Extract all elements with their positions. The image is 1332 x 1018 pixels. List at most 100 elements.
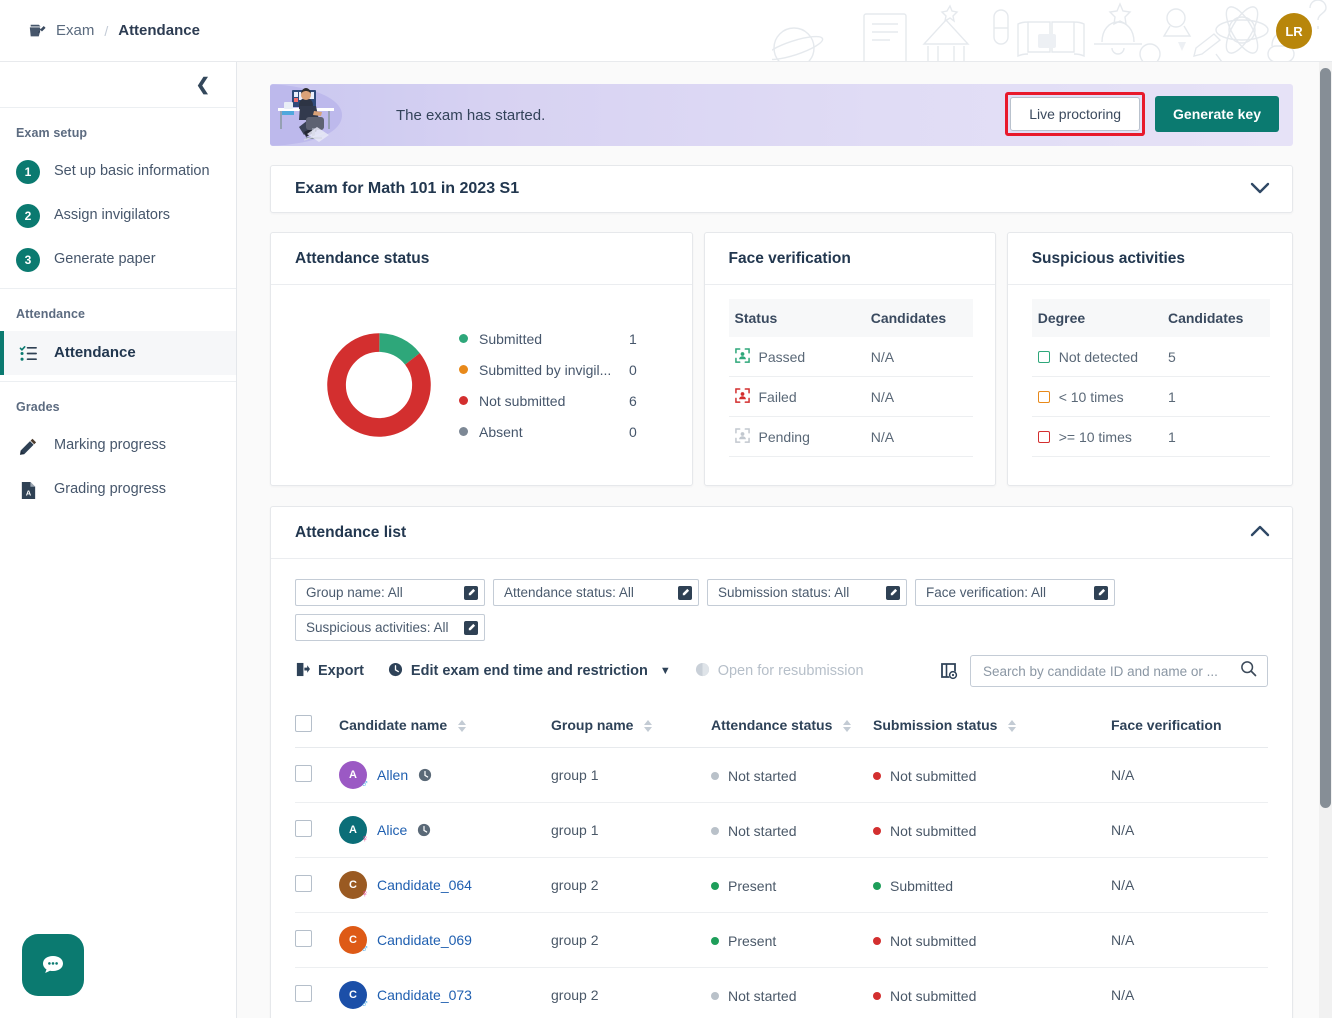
clock-icon [417,823,431,837]
export-icon [295,662,310,681]
column-settings-icon[interactable] [940,662,958,680]
suspicious-activities-title: Suspicious activities [1007,233,1292,285]
sort-icon[interactable] [1008,720,1017,733]
candidate-name-cell: C ♀ Candidate_064 [339,857,551,913]
exam-title-card[interactable]: Exam for Math 101 in 2023 S1 [270,165,1293,213]
table-row[interactable]: C ♂ Candidate_073 group 2 Not started No… [295,967,1268,1018]
edit-exam-end-time-button[interactable]: Edit exam end time and restriction ▼ [388,662,671,681]
search-input[interactable] [983,663,1240,679]
table-row[interactable]: C ♂ Candidate_069 group 2 Present Not su… [295,912,1268,968]
search-icon[interactable] [1240,660,1257,682]
avatar-initial: C [349,989,357,1001]
chevron-left-icon[interactable]: ❮ [196,76,210,93]
breadcrumb-parent[interactable]: Exam [56,22,94,39]
candidate-name-link[interactable]: Candidate_069 [377,932,472,948]
filter-chip-face-verification[interactable]: Face verification: All [915,579,1115,606]
candidate-name-link[interactable]: Candidate_064 [377,877,472,893]
list-toolbar: Export Edit exam end time and restrictio… [271,641,1292,687]
sidebar-item-label: Marking progress [54,437,167,454]
row-candidates: N/A [870,428,895,445]
row-checkbox[interactable] [295,765,312,782]
column-header-candidate-name[interactable]: Candidate name [339,703,551,748]
vertical-scrollbar[interactable] [1319,62,1332,1018]
row-status: Pending [758,428,810,445]
table-row[interactable]: A ♀ Alice group 1 Not started Not submit… [295,802,1268,858]
chevron-down-icon[interactable] [1250,181,1270,198]
row-checkbox[interactable] [295,985,312,1002]
row-status: Passed [758,348,806,365]
column-header-group-name[interactable]: Group name [551,703,711,748]
table-row[interactable]: C ♀ Candidate_064 group 2 Present Submit… [295,857,1268,913]
status-dot [711,936,719,945]
row-checkbox[interactable] [295,875,312,892]
face-verification-cell: N/A [1111,802,1268,858]
avatar[interactable]: LR [1276,13,1312,49]
pencil-icon[interactable] [1094,585,1108,600]
status-badge: Not started [728,822,797,839]
select-all-checkbox[interactable] [295,715,312,732]
sidebar-item-grading-progress[interactable]: A Grading progress [0,468,236,512]
legend-dot-submitted-by-invigilator [459,365,468,374]
legend-item: Absent 0 [459,416,676,447]
table-row[interactable]: A ♂ Allen group 1 Not started Not submit… [295,747,1268,803]
status-dot [873,826,881,835]
swatch-10-or-more [1037,430,1050,443]
column-label: Candidate name [339,717,448,733]
scrollbar-thumb[interactable] [1320,68,1331,808]
sort-icon[interactable] [458,720,467,733]
row-select-cell [295,747,339,803]
column-header-attendance-status[interactable]: Attendance status [711,703,873,748]
sidebar-group-attendance: Attendance Attendance [0,289,236,375]
filter-chip-submission-status[interactable]: Submission status: All [707,579,907,606]
attendance-list-header[interactable]: Attendance list [271,507,1292,559]
chat-bubble-icon[interactable] [22,934,84,996]
row-select-cell [295,912,339,968]
sidebar-group-title: Grades [16,400,60,414]
grade-document-icon: A [16,481,40,500]
live-proctoring-button[interactable]: Live proctoring [1010,97,1141,131]
generate-key-button[interactable]: Generate key [1155,96,1279,132]
sort-icon[interactable] [843,720,852,733]
attendance-chart-legend: Submitted 1 Submitted by invigil... 0 No… [459,323,692,447]
attendance-status-cell: Present [711,857,873,913]
candidate-name-link[interactable]: Allen [377,767,408,783]
caret-down-icon[interactable]: ▼ [660,665,671,677]
pencil-icon[interactable] [464,620,478,635]
sidebar-item-assign-invigilators[interactable]: 2 Assign invigilators [0,194,236,238]
legend-value: 6 [629,392,637,409]
avatar-initial: A [349,769,357,781]
face-scan-failed-icon [734,387,750,406]
group-name-cell: group 1 [551,747,711,803]
gender-male-icon: ♂ [360,778,369,790]
gender-female-icon: ♀ [360,888,369,900]
step-number: 3 [24,253,32,267]
filter-chip-attendance-status[interactable]: Attendance status: All [493,579,699,606]
header-decoration-pattern [772,0,1327,61]
column-header-submission-status[interactable]: Submission status [873,703,1111,748]
face-verification-table: Status Candidates Passed N/A Failed N/A … [705,285,995,469]
sidebar-item-generate-paper[interactable]: 3 Generate paper [0,238,236,282]
row-degree: < 10 times [1058,388,1124,405]
step-number: 2 [24,209,32,223]
candidate-name-link[interactable]: Alice [377,822,407,838]
person-at-desk-illustration [270,84,342,146]
sidebar-group-title: Attendance [16,307,86,321]
filter-chip-group-name[interactable]: Group name: All [295,579,485,606]
row-checkbox[interactable] [295,820,312,837]
sidebar-item-set-up-basic-information[interactable]: 1 Set up basic information [0,150,236,194]
search-box[interactable] [970,655,1268,687]
filter-chip-suspicious-activities[interactable]: Suspicious activities: All [295,614,485,641]
attendance-table: Candidate name Group name Attendance sta… [295,703,1268,1018]
legend-label: Absent [479,423,523,440]
pencil-icon[interactable] [678,585,692,600]
sidebar-item-attendance[interactable]: Attendance [0,331,236,375]
candidate-name-link[interactable]: Candidate_073 [377,987,472,1003]
row-checkbox[interactable] [295,930,312,947]
export-button[interactable]: Export [295,662,364,681]
sort-icon[interactable] [644,720,653,733]
pencil-icon[interactable] [886,585,900,600]
pencil-icon[interactable] [464,585,478,600]
chevron-up-icon[interactable] [1250,524,1270,542]
edit-exam-end-time-label: Edit exam end time and restriction [410,663,648,679]
sidebar-item-marking-progress[interactable]: Marking progress [0,424,236,468]
